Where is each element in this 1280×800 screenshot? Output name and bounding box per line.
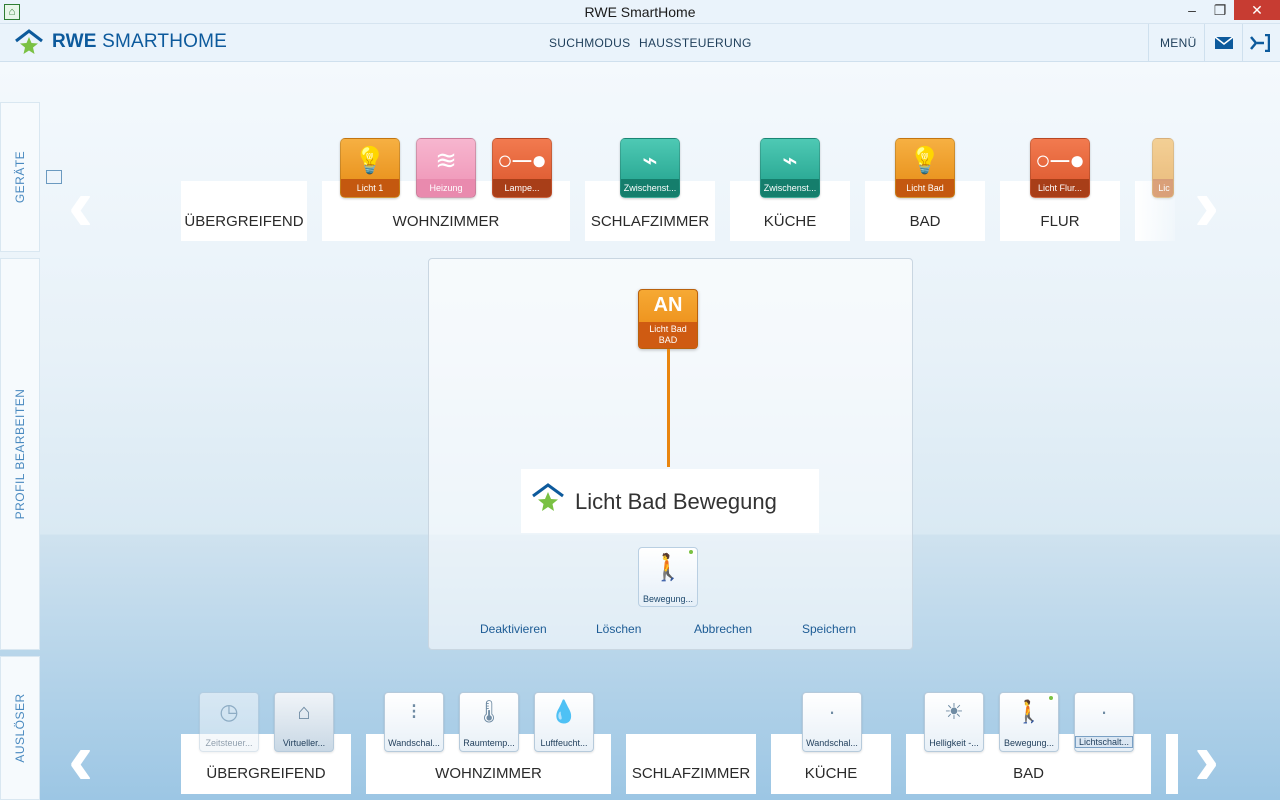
header-divider [1242, 24, 1243, 62]
app-logo-text: RWE SMARTHOME [52, 31, 228, 52]
heating-icon: ≋ [435, 145, 457, 175]
status-dot [688, 549, 694, 555]
deactivate-button[interactable]: Deaktivieren [480, 622, 547, 636]
device-tile[interactable]: ⌁ Zwischenst... [760, 138, 820, 198]
save-button[interactable]: Speichern [802, 622, 856, 636]
app-header: RWE SMARTHOME SUCHMODUS HAUSSTEUERUNG ME… [0, 24, 1280, 62]
device-tile[interactable]: ○─● Licht Flur... [1030, 138, 1090, 198]
trigger-room-partial [1166, 734, 1178, 794]
restore-button[interactable]: ❐ [1206, 0, 1234, 20]
trigger-tile[interactable]: ⁝ Wandschal... [384, 692, 444, 752]
device-tile[interactable]: ≋ Heizung [416, 138, 476, 198]
light-switch-icon: · [1100, 699, 1108, 724]
device-tile-partial[interactable]: Lic [1152, 138, 1174, 198]
devices-prev-arrow[interactable]: ‹‹ [68, 168, 100, 242]
header-divider [1204, 24, 1205, 62]
clock-icon: ◷ [219, 699, 239, 724]
trigger-tile[interactable]: 💧 Luftfeucht... [534, 692, 594, 752]
devices-next-arrow[interactable]: ›› [1194, 168, 1226, 242]
tab-devices[interactable]: GERÄTE [0, 102, 40, 252]
plug-cable-icon: ⌁ [782, 145, 798, 175]
device-tile[interactable]: 💡 Licht Bad [895, 138, 955, 198]
plug-icon: ○─● [1035, 145, 1085, 175]
wall-switch-icon: ⁝ [410, 699, 418, 724]
triggers-prev-arrow[interactable]: ‹‹ [68, 722, 100, 796]
delete-button[interactable]: Löschen [596, 622, 641, 636]
device-tile[interactable]: ○─● Lampe... [492, 138, 552, 198]
minimize-button[interactable]: – [1178, 0, 1206, 20]
cancel-button[interactable]: Abbrechen [694, 622, 752, 636]
trigger-tile[interactable]: · Wandschal... [802, 692, 862, 752]
profile-title: Licht Bad Bewegung [575, 489, 777, 514]
nav-house-control[interactable]: HAUSSTEUERUNG [639, 36, 752, 50]
menu-button[interactable]: MENÜ [1160, 36, 1197, 50]
motion-sensor-icon: 🚶 [1015, 699, 1043, 724]
profile-connector-line [667, 349, 670, 467]
profile-title-box: Licht Bad Bewegung [521, 469, 819, 533]
humidity-icon: 💧 [550, 699, 578, 724]
profile-action-tile[interactable]: AN Licht Bad BAD [638, 289, 698, 349]
trigger-tile[interactable]: ⌂ Virtueller... [274, 692, 334, 752]
device-tile[interactable]: 💡 Licht 1 [340, 138, 400, 198]
status-dot [1048, 695, 1054, 701]
thermometer-icon: 🌡 [475, 699, 503, 724]
window-title: RWE SmartHome [584, 4, 696, 20]
device-room-uebergreifend[interactable]: ÜBERGREIFEND [181, 181, 307, 241]
lightbulb-icon: 💡 [908, 145, 942, 175]
tab-edit-profile[interactable]: PROFIL BEARBEITEN [0, 258, 40, 650]
rwe-logo-icon [532, 483, 564, 511]
brightness-icon: ☀ [944, 699, 964, 724]
window-mode-icon[interactable] [46, 170, 62, 184]
trigger-tile[interactable]: ◷ Zeitsteuer... [199, 692, 259, 752]
close-button[interactable]: ✕ [1234, 0, 1280, 20]
virtual-resident-icon: ⌂ [297, 699, 311, 724]
rwe-logo-icon [15, 29, 43, 54]
mail-icon[interactable] [1214, 36, 1234, 50]
trigger-tile[interactable]: · Lichtschalt... [1074, 692, 1134, 752]
wall-switch-icon: · [828, 699, 836, 724]
trigger-room-schlafzimmer[interactable]: SCHLAFZIMMER [626, 734, 756, 794]
plug-icon: ○─● [497, 145, 547, 175]
profile-trigger-tile[interactable]: 🚶 Bewegung... [638, 547, 698, 607]
triggers-next-arrow[interactable]: ›› [1194, 722, 1226, 796]
nav-search-mode[interactable]: SUCHMODUS [549, 36, 630, 50]
device-tile[interactable]: ⌁ Zwischenst... [620, 138, 680, 198]
window-titlebar: ⌂ RWE SmartHome – ❐ ✕ [0, 0, 1280, 24]
trigger-tile[interactable]: ☀ Helligkeit -... [924, 692, 984, 752]
trigger-tile[interactable]: 🚶 Bewegung... [999, 692, 1059, 752]
plug-cable-icon: ⌁ [642, 145, 658, 175]
tab-triggers[interactable]: AUSLÖSER [0, 656, 40, 800]
motion-sensor-icon: 🚶 [651, 552, 685, 582]
logout-icon[interactable] [1250, 34, 1270, 52]
header-divider [1148, 24, 1149, 62]
trigger-tile[interactable]: 🌡 Raumtemp... [459, 692, 519, 752]
lightbulb-icon: 💡 [353, 145, 387, 175]
